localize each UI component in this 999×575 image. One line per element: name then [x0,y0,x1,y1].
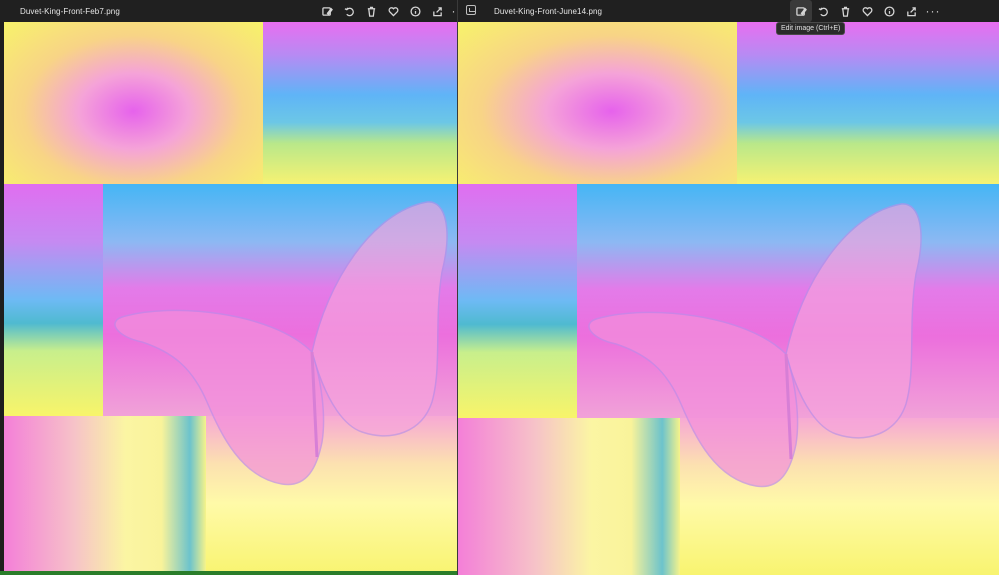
info-icon[interactable] [404,0,426,22]
block-top-right [737,22,999,184]
butterfly-shape [588,203,922,488]
block-top-right [263,22,457,184]
more-label: ··· [925,4,941,18]
info-icon[interactable] [878,0,900,22]
butterfly-shape [114,201,448,486]
edit-image-tooltip: Edit image (Ctrl+E) [776,22,846,35]
rotate-icon[interactable] [812,0,834,22]
share-icon[interactable] [426,0,448,22]
delete-icon[interactable] [834,0,856,22]
left-image-canvas[interactable] [4,22,457,575]
left-toolbar: ··· [316,0,458,22]
left-photo-viewer: Duvet-King-Front-Feb7.png ··· [0,0,458,575]
block-top-left [458,22,737,184]
image-file-icon [466,5,476,15]
right-image-canvas[interactable] [458,22,999,575]
block-mid-left [458,184,577,418]
favorite-icon[interactable] [856,0,878,22]
status-strip [0,571,457,575]
more-icon[interactable]: ··· [448,0,458,22]
rotate-icon[interactable] [338,0,360,22]
right-photo-viewer: Duvet-King-Front-June14.png ··· Edit ima… [458,0,999,575]
block-top-left [4,22,263,184]
more-icon[interactable]: ··· [922,0,944,22]
left-file-title: Duvet-King-Front-Feb7.png [20,6,120,16]
edit-image-icon[interactable] [316,0,338,22]
delete-icon[interactable] [360,0,382,22]
edit-image-icon[interactable] [790,0,812,22]
share-icon[interactable] [900,0,922,22]
right-file-title: Duvet-King-Front-June14.png [494,6,603,16]
favorite-icon[interactable] [382,0,404,22]
block-mid-left [4,184,103,416]
right-toolbar: ··· [790,0,944,22]
